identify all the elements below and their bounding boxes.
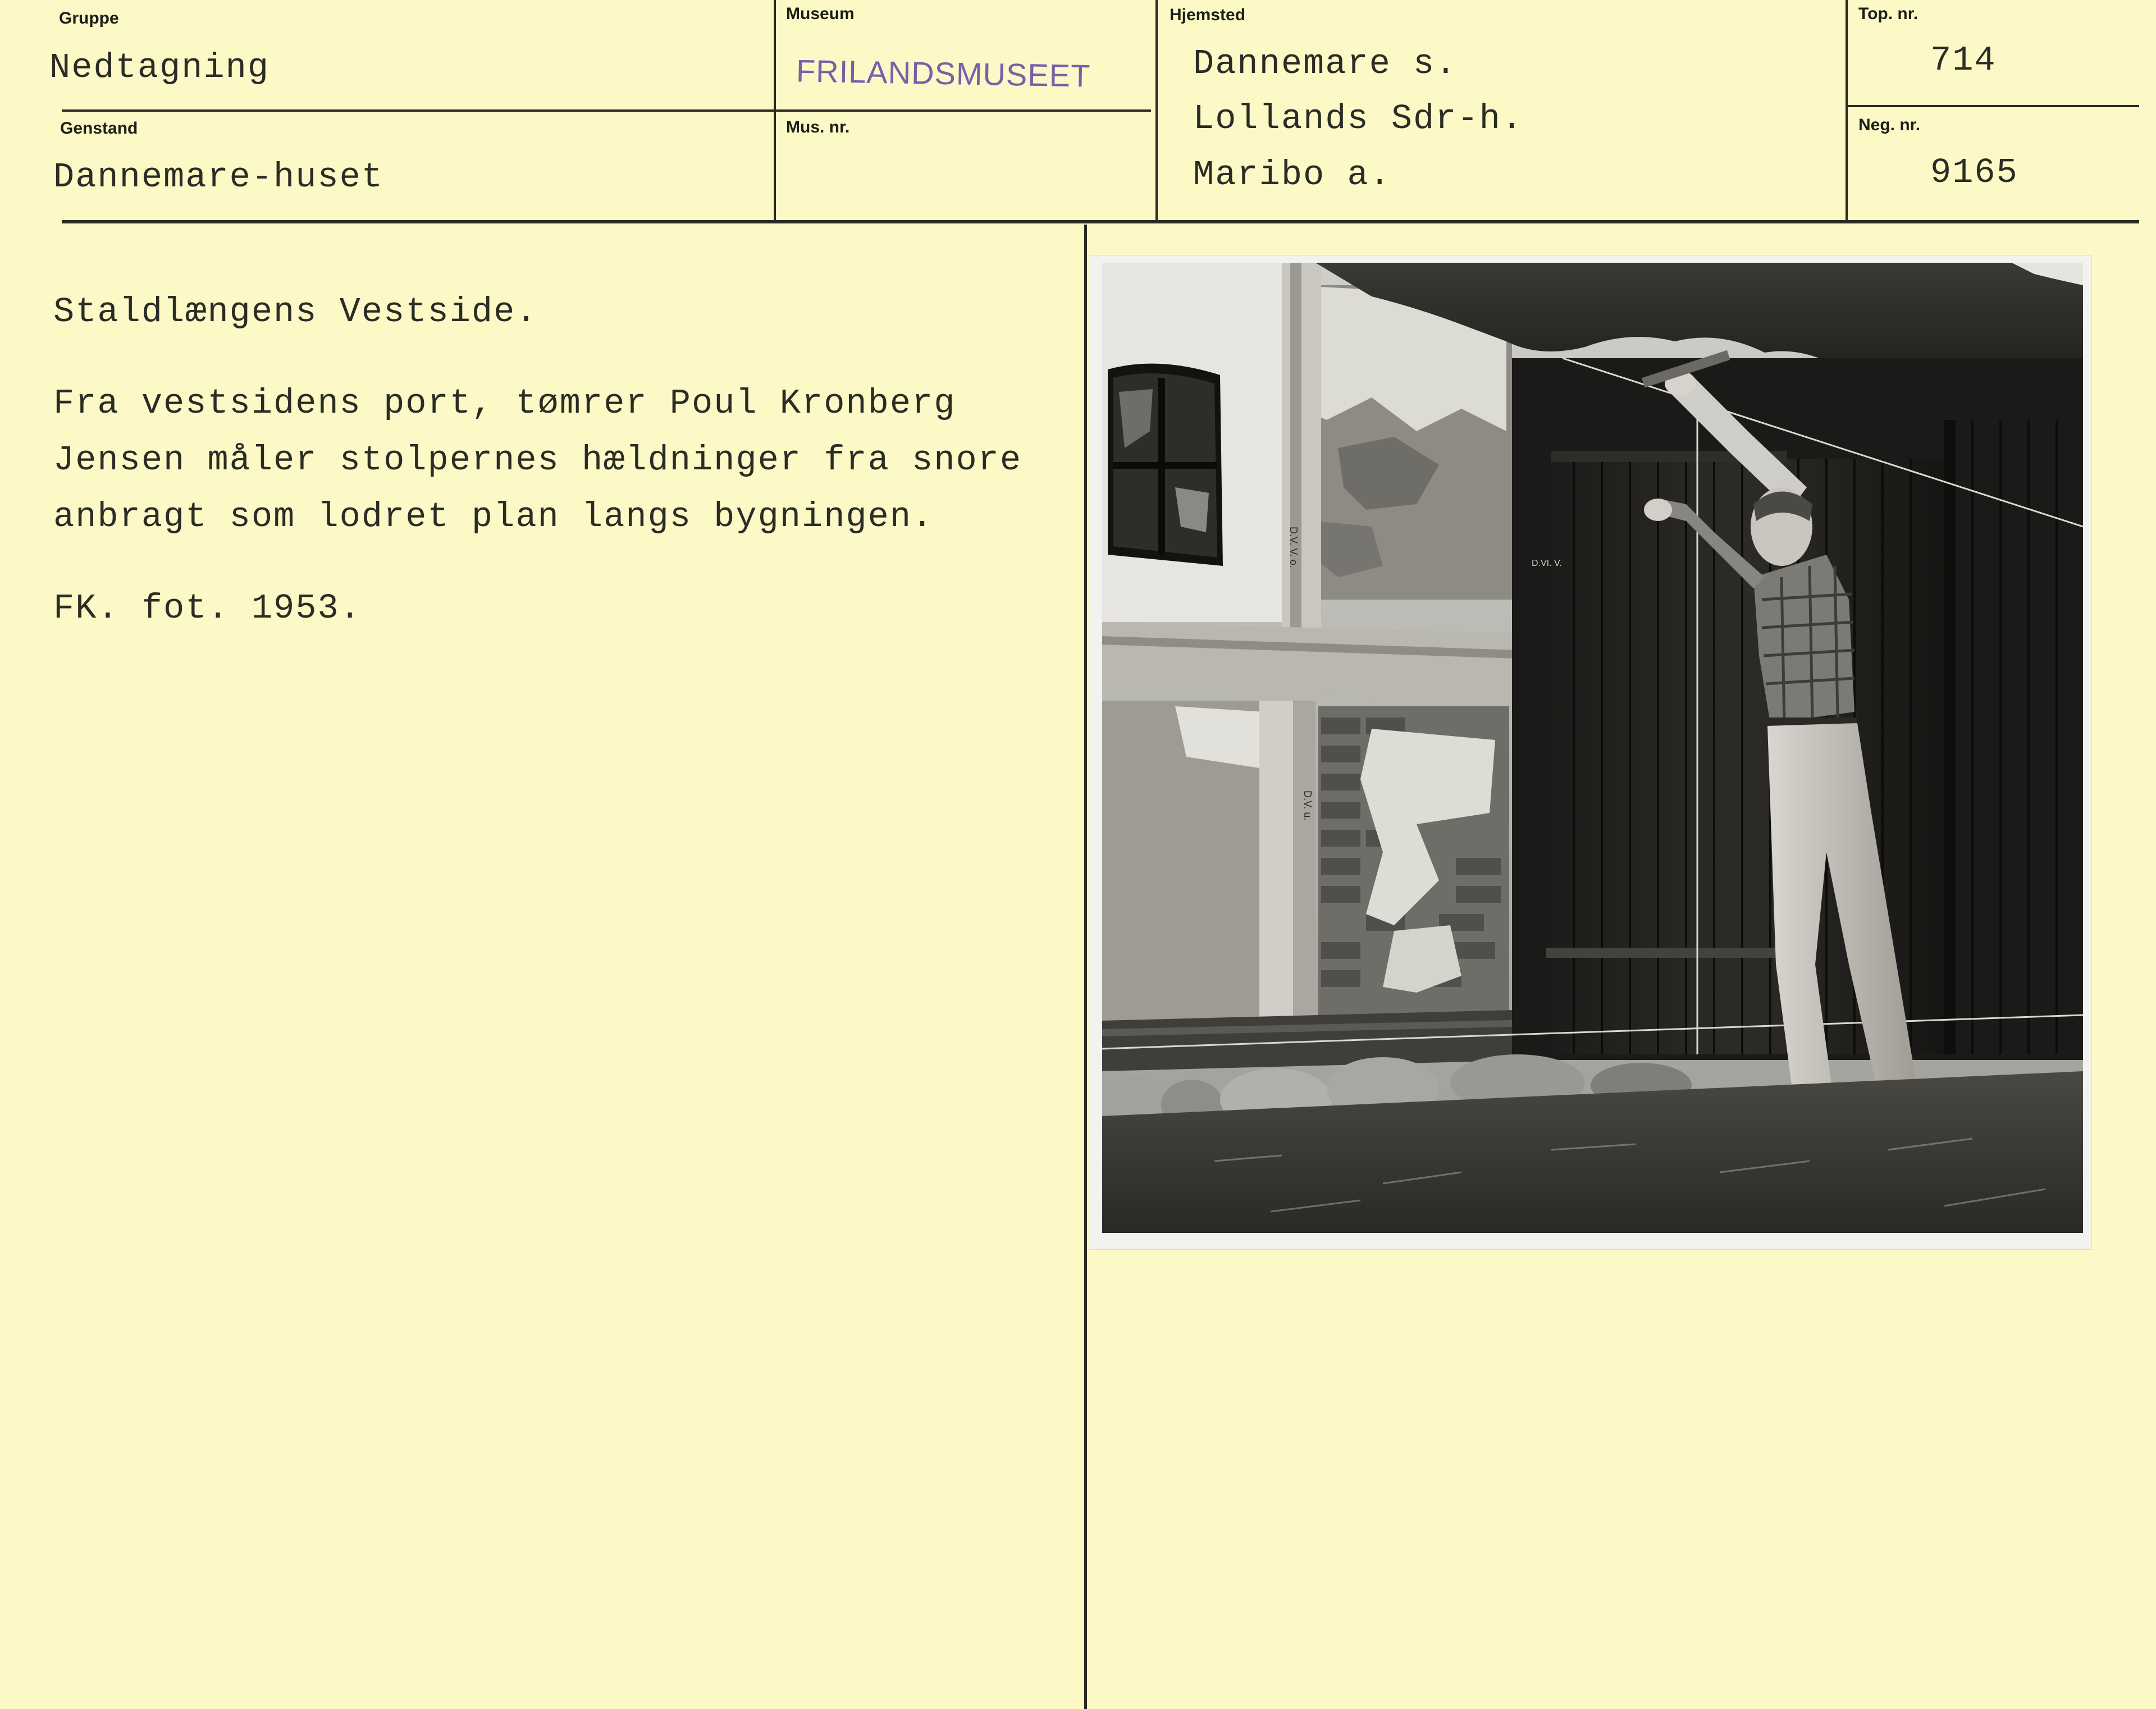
header-divider-right [1847,105,2139,107]
header-bottom-rule [62,220,2139,223]
header-col-divider-2 [1155,0,1158,222]
header-divider-left [62,109,1151,112]
description-text: Staldlængens Vestside. Fra vestsidens po… [53,284,1081,671]
hjemsted-line-2: Lollands Sdr-h. [1193,99,1524,139]
museum-stamp: FRILANDSMUSEET [796,53,1091,94]
header-col-divider-3 [1846,0,1848,222]
genstand-label: Genstand [60,119,138,138]
description-body: Fra vestsidens port, tømrer Poul Kronber… [53,383,1022,537]
genstand-value: Dannemare-huset [53,157,384,197]
wall-mark-3: D.VI. V. [1532,559,1562,568]
catalog-card: Gruppe Nedtagning Museum FRILANDSMUSEET … [0,0,2156,1709]
header-col-divider-1 [774,0,776,222]
neg-nr-value: 9165 [1930,153,2018,193]
gruppe-label: Gruppe [59,9,119,28]
wall-mark-2: D.V. u. [1302,790,1313,820]
top-nr-value: 714 [1930,40,1997,80]
museum-label: Museum [786,4,855,23]
hjemsted-label: Hjemsted [1170,6,1246,24]
photo-credit: FK. fot. 1953. [53,588,362,628]
hjemsted-line-3: Maribo a. [1193,155,1391,195]
photograph: D.V. V. o. D.V. u. D.VI. V. [1102,263,2083,1233]
neg-nr-label: Neg. nr. [1858,116,1921,134]
wall-mark-1: D.V. V. o. [1288,527,1299,568]
mus-nr-label: Mus. nr. [786,118,850,136]
description-title: Staldlængens Vestside. [53,292,538,332]
body-col-divider [1084,225,1087,1709]
top-nr-label: Top. nr. [1858,4,1919,23]
hjemsted-line-1: Dannemare s. [1193,44,1458,84]
gruppe-value: Nedtagning [49,48,270,88]
